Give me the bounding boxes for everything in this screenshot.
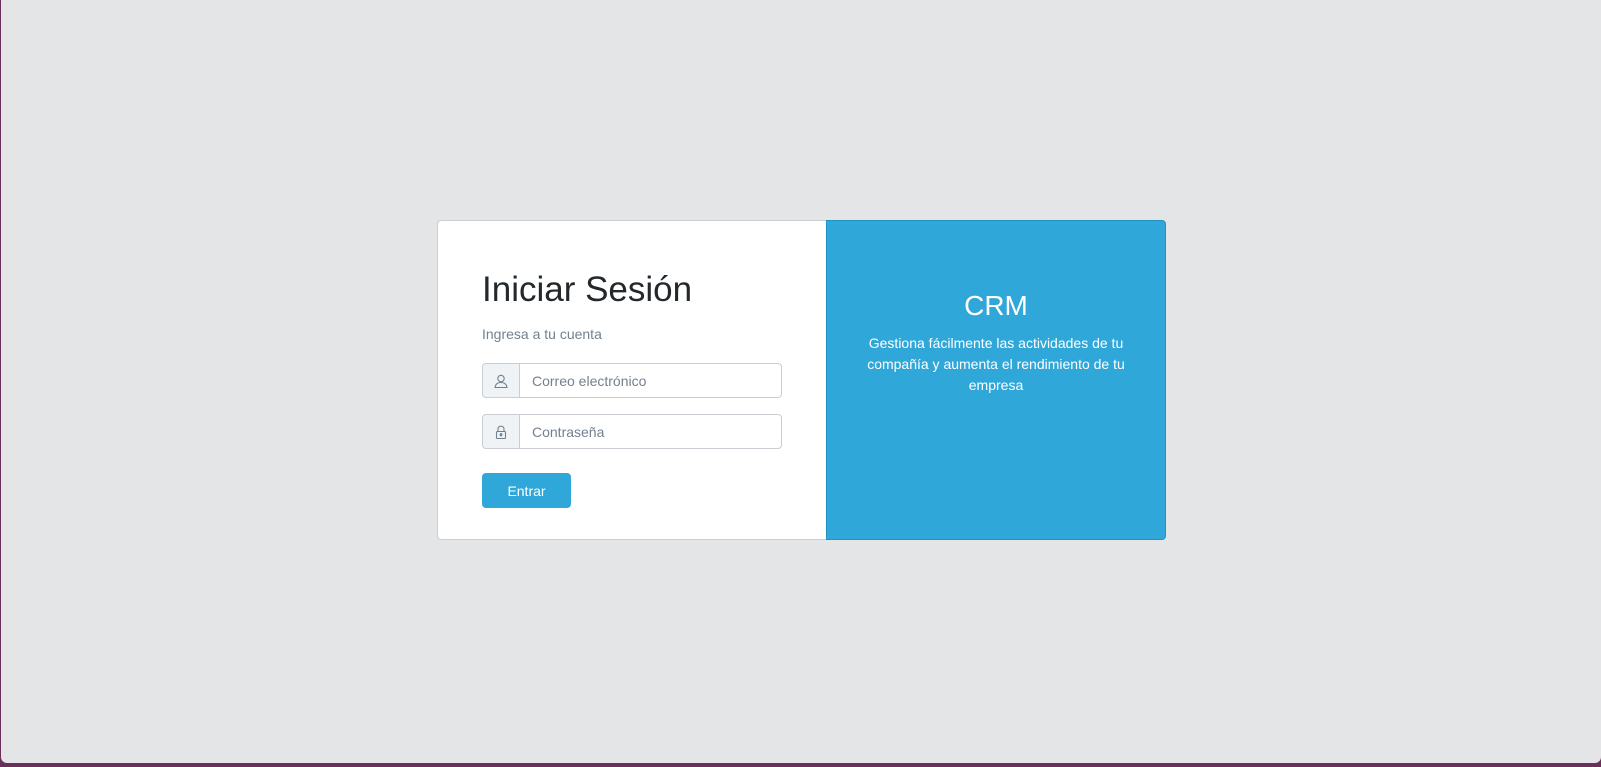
login-subtitle: Ingresa a tu cuenta (482, 326, 602, 342)
email-input[interactable] (520, 363, 782, 398)
password-input[interactable] (520, 414, 782, 449)
page-background: Iniciar Sesión Ingresa a tu cuenta Corre… (1, 0, 1601, 763)
info-card: CRM Gestiona fácilmente las actividades … (826, 220, 1166, 540)
info-title: CRM (964, 290, 1028, 321)
login-button[interactable]: Entrar (482, 473, 571, 508)
login-card-group: Iniciar Sesión Ingresa a tu cuenta Corre… (437, 220, 1166, 540)
email-input-group (482, 363, 782, 398)
lock-icon (482, 414, 520, 449)
user-icon (482, 363, 520, 398)
login-card: Iniciar Sesión Ingresa a tu cuenta Corre… (437, 220, 826, 540)
info-description: Gestiona fácilmente las actividades de t… (867, 335, 1125, 393)
login-title: Iniciar Sesión (482, 270, 693, 309)
password-input-group (482, 414, 782, 449)
